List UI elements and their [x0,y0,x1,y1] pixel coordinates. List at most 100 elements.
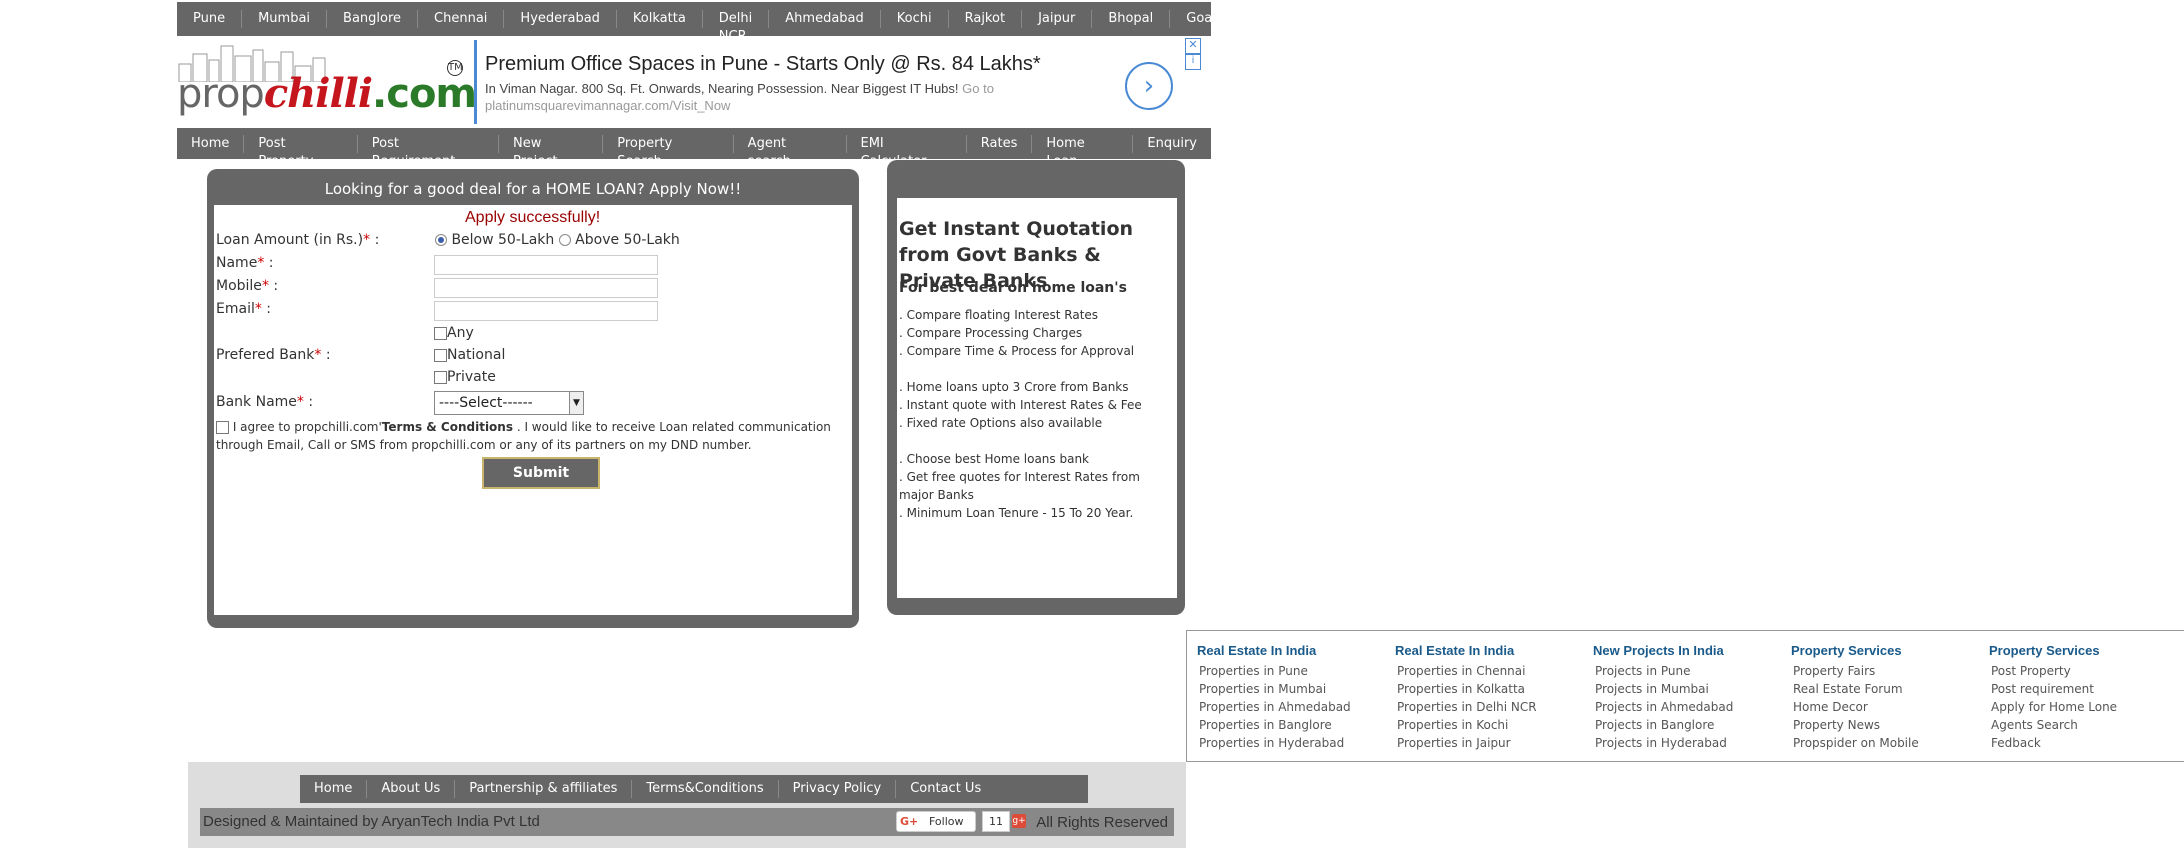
footer-link[interactable]: Projects in Pune [1595,662,1783,680]
ad-close-icon[interactable]: ✕ [1185,38,1201,54]
city-link-hyederabad[interactable]: Hyederabad [504,10,617,28]
submit-details-button[interactable]: Submit Details [482,457,600,509]
required-star: * [261,278,269,294]
nav-enquiry[interactable]: Enquiry [1133,135,1211,153]
footer-nav-partnership-affiliates[interactable]: Partnership & affiliates [455,780,633,798]
nav-new-project[interactable]: New Project [499,134,604,169]
mobile-field[interactable] [434,278,658,298]
footer-link[interactable]: Properties in Jaipur [1397,734,1585,752]
footer-link[interactable]: Properties in Hyderabad [1199,734,1387,752]
city-link-banglore[interactable]: Banglore [327,10,419,28]
bank-national-checkbox[interactable] [434,348,447,362]
bank-any-checkbox[interactable] [434,326,447,340]
footer-link[interactable]: Properties in Mumbai [1199,680,1387,698]
city-link-rajkot[interactable]: Rajkot [949,10,1023,28]
city-link-delhi-ncr[interactable]: Delhi NCR [703,10,770,44]
ad-arrow-icon[interactable]: › [1125,62,1173,110]
nav-rates[interactable]: Rates [967,134,1033,153]
footer-nav-home[interactable]: Home [300,780,368,798]
logo-text: propchilli.com [177,70,477,117]
footer-link[interactable]: Property News [1793,716,1981,734]
logo-com: .com [372,71,477,117]
nav-agent-search[interactable]: Agent search [734,134,847,169]
ad-url[interactable]: platinumsquarevimannagar.com/Visit_Now [485,98,730,113]
home-loan-panel: Looking for a good deal for a HOME LOAN?… [207,169,859,628]
terms-link[interactable]: Terms & Conditions [382,420,513,434]
nav-property-search[interactable]: Property Search [603,134,734,169]
nav-home-loan[interactable]: Home Loan [1032,134,1134,169]
agreement-text: I agree to propchilli.com'Terms & Condit… [216,418,836,454]
email-field[interactable] [434,301,658,321]
required-star: * [363,232,371,248]
footer-link[interactable]: Properties in Chennai [1397,662,1585,680]
footer-link[interactable]: Projects in Hyderabad [1595,734,1783,752]
chevron-down-icon[interactable]: ▼ [569,392,583,414]
ad-banner[interactable]: Premium Office Spaces in Pune - Starts O… [474,38,1211,124]
radio-below-label: Below 50-Lakh [451,232,555,248]
colon: : [325,347,331,363]
city-link-mumbai[interactable]: Mumbai [242,10,328,28]
city-link-ahmedabad[interactable]: Ahmedabad [769,10,881,28]
city-link-kolkatta[interactable]: Kolkatta [617,10,703,28]
radio-below-50-lakh[interactable] [435,234,447,246]
rights-text: All Rights Reserved [1036,814,1168,831]
bank-any-label: Any [447,325,474,341]
city-link-jaipur[interactable]: Jaipur [1022,10,1093,28]
footer-link[interactable]: Apply for Home Lone [1991,698,2179,716]
colon: : [273,278,279,294]
footer-nav-about-us[interactable]: About Us [367,780,456,798]
city-link-chennai[interactable]: Chennai [418,10,505,28]
footer-link[interactable]: Projects in Banglore [1595,716,1783,734]
footer-link[interactable]: Properties in Kochi [1397,716,1585,734]
propchilli-logo[interactable]: propchilli.com TM [177,42,477,122]
footer-link[interactable]: Properties in Pune [1199,662,1387,680]
nav-post-property[interactable]: Post Property [244,134,358,169]
designed-by-text: Designed & Maintained by AryanTech India… [203,813,540,830]
name-text: Name [216,255,258,271]
loan-form: Apply successfully! Loan Amount (in Rs.)… [214,205,852,615]
bank-private-checkbox[interactable] [434,370,447,384]
ad-info-icon[interactable]: i [1185,54,1201,70]
footer-nav-contact-us[interactable]: Contact Us [896,780,995,798]
footer-link[interactable]: Fedback [1991,734,2179,752]
google-plus-follow-button[interactable]: G+ Follow [896,811,976,832]
logo-chilli: chilli [263,70,373,117]
footer-nav-terms-conditions[interactable]: Terms&Conditions [632,780,779,798]
gplus-icon[interactable]: g+ [1012,814,1026,828]
footer-link[interactable]: Properties in Delhi NCR [1397,698,1585,716]
footer-link[interactable]: Property Fairs [1793,662,1981,680]
quote-point: . Choose best Home loans bank [899,452,1089,466]
quote-point: . Instant quote with Interest Rates & Fe… [899,398,1142,412]
footer-link[interactable]: Home Decor [1793,698,1981,716]
nav-emi-calculator[interactable]: EMI Calculator [847,134,967,169]
city-link-kochi[interactable]: Kochi [881,10,949,28]
nav-post-requirement[interactable]: Post Requirement [358,134,500,169]
city-link-goa[interactable]: Goa [1170,10,1228,28]
bank-select-value: ----Select------ [439,395,533,411]
radio-above-50-lakh[interactable] [558,234,571,246]
footer-link[interactable]: Properties in Ahmedabad [1199,698,1387,716]
nav-home[interactable]: Home [177,134,245,153]
footer-nav-privacy-policy[interactable]: Privacy Policy [779,780,897,798]
agree-line2: through Email, Call or SMS from propchil… [216,438,752,452]
footer-link[interactable]: Post requirement [1991,680,2179,698]
footer-link[interactable]: Post Property [1991,662,2179,680]
agree-checkbox[interactable] [216,421,229,434]
colon: : [266,301,272,317]
footer-link[interactable]: Properties in Kolkatta [1397,680,1585,698]
footer-link[interactable]: Projects in Ahmedabad [1595,698,1783,716]
footer-link[interactable]: Agents Search [1991,716,2179,734]
footer-link[interactable]: Propspider on Mobile [1793,734,1981,752]
footer-link[interactable]: Projects in Mumbai [1595,680,1783,698]
city-nav-bar: Pune Mumbai Banglore Chennai Hyederabad Kolka… [177,2,1212,44]
loan-heading: Looking for a good deal for a HOME LOAN?… [324,180,742,198]
footer-link[interactable]: Properties in Banglore [1199,716,1387,734]
city-link-pune[interactable]: Pune [177,10,243,28]
city-link-bhopal[interactable]: Bhopal [1092,10,1171,28]
footer-link[interactable]: Real Estate Forum [1793,680,1981,698]
name-field[interactable] [434,255,658,275]
ad-title[interactable]: Premium Office Spaces in Pune - Starts O… [485,53,1041,76]
bank-name-select[interactable]: ----Select------ ▼ [434,391,584,415]
bank-national-option: National [434,347,505,363]
quotation-content: Get Instant Quotation from Govt Banks & … [897,198,1177,598]
